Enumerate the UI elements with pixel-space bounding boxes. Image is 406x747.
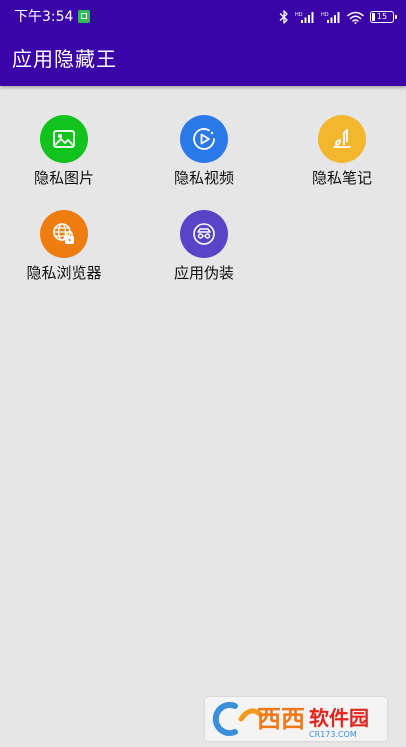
- bluetooth-icon: [279, 10, 288, 24]
- private-notes-tile[interactable]: 隐私笔记: [292, 110, 392, 190]
- app-disguise-tile[interactable]: 应用伪装: [154, 205, 254, 285]
- play-icon: [180, 115, 228, 163]
- private-videos-label: 隐私视频: [173, 169, 234, 187]
- cr173-watermark-logo: 西西 软件园 CR173.COM: [205, 697, 387, 741]
- app-disguise-label: 应用伪装: [173, 264, 234, 282]
- disguise-icon: [180, 210, 228, 258]
- signal-icon: HD: [295, 12, 314, 23]
- svg-text:HD: HD: [295, 12, 303, 18]
- wifi-icon: [347, 11, 364, 24]
- status-time: 下午3:54: [14, 9, 74, 25]
- image-icon: [40, 115, 88, 163]
- svg-text:西西: 西西: [257, 705, 305, 733]
- app-toolbar: 应用隐藏王: [0, 34, 406, 86]
- battery-level-text: 15: [376, 12, 388, 21]
- private-notes-label: 隐私笔记: [311, 169, 372, 187]
- private-browser-tile[interactable]: 隐私浏览器: [14, 205, 114, 285]
- notes-icon: [318, 115, 366, 163]
- status-icons: HD HD 15: [279, 8, 397, 26]
- svg-text:HD: HD: [321, 12, 329, 18]
- svg-text:软件园: 软件园: [309, 706, 369, 730]
- signal-icon: HD: [321, 12, 340, 23]
- private-photos-label: 隐私图片: [33, 169, 94, 187]
- private-videos-tile[interactable]: 隐私视频: [154, 110, 254, 190]
- secure-browser-icon: [40, 210, 88, 258]
- status-bar: 下午3:54 HD HD 15: [0, 0, 406, 34]
- svg-text:CR173.COM: CR173.COM: [309, 730, 357, 739]
- private-photos-tile[interactable]: 隐私图片: [14, 110, 114, 190]
- page-title: 应用隐藏王: [12, 47, 117, 71]
- battery-icon: 15: [370, 11, 397, 23]
- gallery-notification-icon: [78, 10, 90, 23]
- private-browser-label: 隐私浏览器: [26, 264, 102, 282]
